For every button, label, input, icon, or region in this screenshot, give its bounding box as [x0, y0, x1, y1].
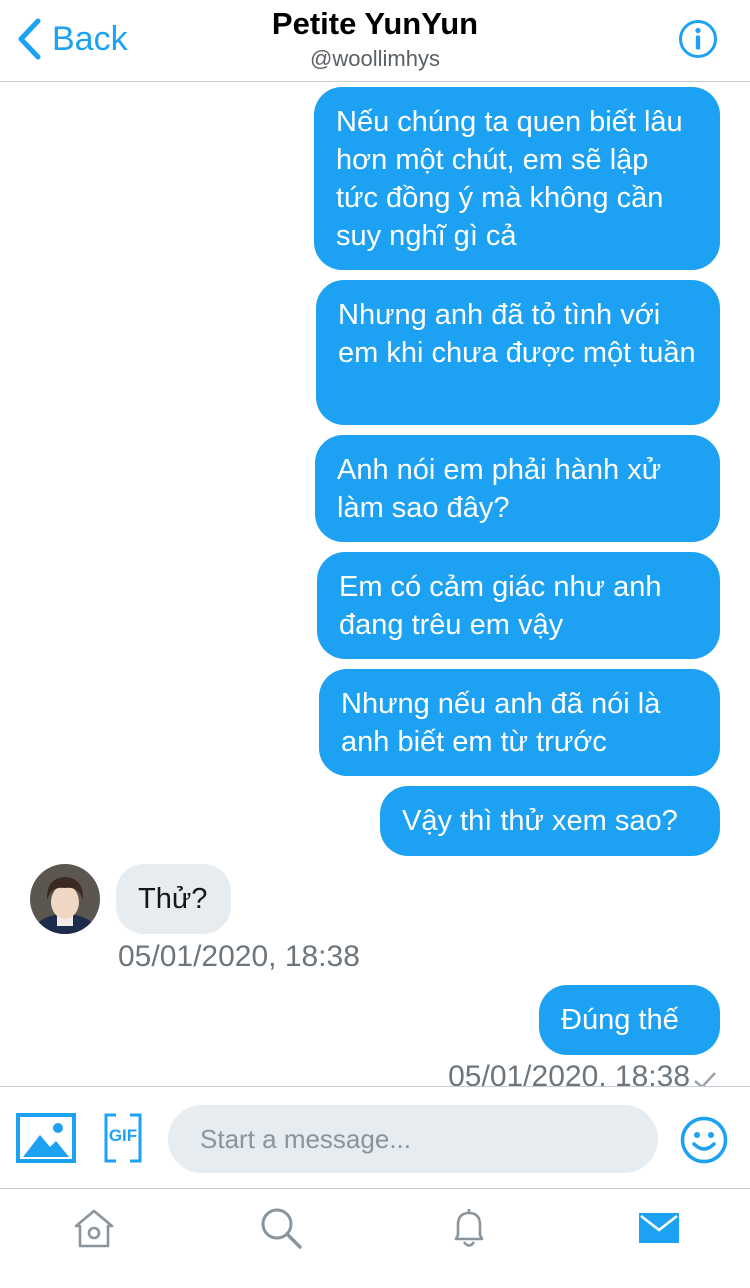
message-bubble-outgoing[interactable]: Em có cảm giác như anh đang trêu em vậy [317, 552, 720, 659]
gif-button[interactable]: GIF [104, 1113, 142, 1163]
message-bubble-outgoing[interactable]: Anh nói em phải hành xử làm sao đây? [315, 435, 720, 542]
conversation-header: Back Petite YunYun @woollimhys [0, 0, 750, 82]
message-bubble-outgoing[interactable]: Nếu chúng ta quen biết lâu hơn một chút,… [314, 87, 720, 270]
conversation-title: Petite YunYun [271, 6, 479, 41]
info-icon[interactable] [678, 19, 718, 59]
compose-bar: GIF [0, 1086, 750, 1188]
message-bubble-outgoing[interactable]: Vậy thì thử xem sao? [380, 786, 720, 856]
search-icon[interactable] [258, 1205, 304, 1251]
gif-label: GIF [108, 1126, 138, 1145]
bell-icon[interactable] [446, 1205, 492, 1251]
message-timestamp: 05/01/2020, 18:38 [118, 940, 360, 973]
avatar[interactable] [30, 864, 100, 934]
message-input[interactable] [168, 1105, 658, 1173]
message-bubble-incoming[interactable]: Thử? [116, 864, 231, 934]
message-bubble-outgoing[interactable]: Nhưng anh đã tỏ tình với em khi chưa đượ… [316, 280, 720, 425]
home-icon[interactable] [71, 1205, 117, 1251]
image-icon[interactable] [16, 1113, 76, 1163]
message-bubble-outgoing[interactable]: Đúng thế [539, 985, 720, 1055]
message-bubble-outgoing[interactable]: Nhưng nếu anh đã nói là anh biết em từ t… [319, 669, 720, 776]
avatar-image [30, 864, 100, 934]
conversation-handle: @woollimhys [310, 46, 440, 71]
tab-bar [0, 1188, 750, 1288]
emoji-icon[interactable] [680, 1116, 728, 1164]
mail-icon[interactable] [636, 1205, 682, 1251]
